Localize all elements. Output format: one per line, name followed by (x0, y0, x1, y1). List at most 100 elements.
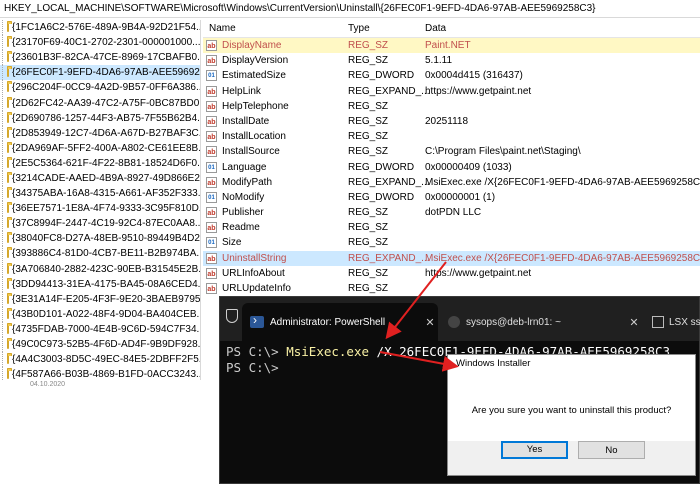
value-data: MsiExec.exe /X{26FEC0F1-9EFD-4DA6-97AB-A… (425, 176, 700, 188)
tree-item[interactable]: {43B0D101-A022-48F4-9D04-BA404CEB... (0, 306, 200, 322)
value-type: REG_DWORD (348, 161, 415, 173)
folder-icon (7, 247, 12, 259)
tree-guide-line (2, 140, 3, 156)
tree-item-label: {23601B3F-82CA-47CE-8969-17CBAFB0... (12, 52, 201, 64)
tab-administrator-powershell[interactable]: Administrator: PowerShell ✕ (242, 303, 438, 341)
tree-item-label: {3DD94413-31EA-4175-BA45-08A6CED4... (12, 278, 201, 290)
tree-item[interactable]: {26FEC0F1-9EFD-4DA6-97AB-AEE59692... (0, 65, 201, 81)
tree-item[interactable]: {37C8994F-2447-4C19-92C4-87EC0AA8... (0, 216, 200, 232)
registry-value-row[interactable]: 01 Language REG_DWORD 0x00000409 (1033) (203, 160, 700, 175)
registry-value-row[interactable]: ab URLInfoAbout REG_SZ https://www.getpaint… (203, 266, 700, 281)
tab-lsx-ssh[interactable]: LSX ssh (652, 303, 700, 341)
tree-item-label: {38040FC8-D27A-48EB-9510-89449B4D2... (12, 233, 201, 245)
tree-guide-line (2, 110, 3, 126)
tree-item[interactable]: {34375ABA-16A8-4315-A661-AF352F333... (0, 186, 200, 202)
registry-value-row[interactable]: ab InstallDate REG_SZ 20251118 (203, 114, 700, 129)
tree-item[interactable]: {2D690786-1257-44F3-AB75-7F55B62B4... (0, 110, 200, 126)
tree-item-label: {26FEC0F1-9EFD-4DA6-97AB-AEE59692... (12, 67, 201, 79)
tree-footer-stub: 04.10.2020 (30, 381, 66, 388)
tree-item[interactable]: {3214CADE-AAED-4B9A-8927-49D866E2... (0, 170, 201, 186)
registry-address-bar[interactable]: HKEY_LOCAL_MACHINE\SOFTWARE\Microsoft\Wi… (0, 0, 700, 18)
tree-item[interactable]: {36EE7571-1E8A-4F74-9333-3C95F810D... (0, 201, 201, 217)
tree-item-label: {3A706840-2882-423C-90EB-B31545E2B... (12, 263, 201, 275)
value-type: REG_EXPAND_... (348, 176, 430, 188)
tree-guide-line (2, 95, 3, 111)
tree-item-label: {1FC1A6C2-576E-489A-9B4A-92D21F54... (12, 22, 201, 34)
tree-item-label: {4A4C3003-8D5C-49EC-84E5-2DBFF2F5... (12, 354, 201, 366)
column-header-data[interactable]: Data (425, 23, 446, 34)
yes-button[interactable]: Yes (501, 441, 568, 459)
tree-item[interactable]: {296C204F-0CC9-4A2D-9B57-0FF6A386... (0, 80, 200, 96)
close-tab-icon[interactable]: ✕ (422, 316, 438, 329)
folder-icon (7, 156, 12, 168)
tree-item[interactable]: {4F587A66-B03B-4869-B1FD-0ACC3243... (0, 367, 200, 380)
registry-value-row[interactable]: ab InstallSource REG_SZ C:\Program Files\pa… (203, 144, 700, 159)
tree-item[interactable]: {3A706840-2882-423C-90EB-B31545E2B... (0, 261, 201, 277)
value-data: MsiExec.exe /X{26FEC0F1-9EFD-4DA6-97AB-A… (425, 252, 700, 264)
registry-value-row[interactable]: 01 EstimatedSize REG_DWORD 0x0004d415 (3164… (203, 68, 700, 83)
tree-item-label: {3E31A14F-E205-4F3F-9E20-3BAEB9795... (12, 293, 201, 305)
tree-guide-line (2, 20, 3, 36)
tree-item-label: {3214CADE-AAED-4B9A-8927-49D866E2... (12, 172, 201, 184)
registry-value-row[interactable]: 01 Size REG_SZ (203, 235, 700, 250)
folder-icon (7, 262, 12, 274)
folder-icon (7, 81, 12, 93)
registry-value-row[interactable]: 01 NoModify REG_DWORD 0x00000001 (1) (203, 190, 700, 205)
tree-item[interactable]: {393886C4-81D0-4CB7-BE11-B2B974BA... (0, 246, 200, 262)
tree-guide-line (2, 201, 3, 217)
command-executable: MsiExec.exe (286, 344, 370, 359)
tree-guide-line (2, 306, 3, 322)
folder-icon (7, 307, 12, 319)
shield-icon (226, 309, 238, 323)
value-name: Publisher (222, 207, 264, 219)
registry-value-row[interactable]: ab ModifyPath REG_EXPAND_... MsiExec.exe /X… (203, 175, 700, 190)
tree-item[interactable]: {23601B3F-82CA-47CE-8969-17CBAFB0... (0, 50, 201, 66)
tab-label: sysops@deb-lrn01: ~ (466, 316, 561, 328)
tree-item[interactable]: {3E31A14F-E205-4F3F-9E20-3BAEB9795... (0, 291, 201, 307)
tree-item[interactable]: {2DA969AF-5FF2-400A-A802-CE61EE8B... (0, 140, 200, 156)
registry-value-row[interactable]: ab HelpLink REG_EXPAND_... https://www.getp… (203, 84, 700, 99)
registry-value-row[interactable]: ab DisplayVersion REG_SZ 5.1.11 (203, 53, 700, 68)
tree-item[interactable]: {49C0C973-52B5-4F6D-AD4F-9B9DF928... (0, 337, 200, 353)
value-data: Paint.NET (425, 40, 471, 51)
folder-icon (7, 36, 12, 48)
powershell-icon (250, 313, 264, 328)
value-data: 20251118 (425, 115, 469, 127)
tree-item[interactable]: {38040FC8-D27A-48EB-9510-89449B4D2... (0, 231, 201, 247)
tab-sysops-ssh[interactable]: sysops@deb-lrn01: ~ ✕ (442, 303, 642, 341)
registry-key-tree[interactable]: {1FC1A6C2-576E-489A-9B4A-92D21F54... {231… (0, 20, 201, 380)
registry-value-row[interactable]: ab HelpTelephone REG_SZ (203, 99, 700, 114)
registry-value-row[interactable]: ab Readme REG_SZ (203, 220, 700, 235)
registry-value-row[interactable]: ab UninstallString REG_EXPAND_... MsiExec.e… (203, 250, 700, 266)
value-name: Size (222, 237, 242, 249)
tree-item[interactable]: {4A4C3003-8D5C-49EC-84E5-2DBFF2F5... (0, 352, 201, 368)
value-type: REG_SZ (348, 283, 389, 294)
tree-item[interactable]: {2D853949-12C7-4D6A-A67D-B27BAF3C... (0, 125, 200, 141)
folder-icon (7, 322, 12, 334)
folder-icon (7, 66, 12, 78)
tree-item-label: {36EE7571-1E8A-4F74-9333-3C95F810D... (12, 203, 201, 215)
tree-item[interactable]: {23170F69-40C1-2702-2301-000001000... (0, 35, 200, 51)
binary-value-icon: 01 (206, 161, 217, 173)
value-type: REG_SZ (348, 40, 389, 51)
tree-item[interactable]: {1FC1A6C2-576E-489A-9B4A-92D21F54... (0, 20, 201, 36)
folder-icon (7, 232, 12, 244)
value-name: URLUpdateInfo (222, 283, 291, 294)
value-type: REG_SZ (348, 207, 389, 219)
close-tab-icon[interactable]: ✕ (626, 316, 642, 329)
registry-value-row[interactable]: ab DisplayName REG_SZ Paint.NET (203, 38, 700, 54)
tree-item-label: {2D62FC42-AA39-47C2-A75F-0BC87BD0... (12, 97, 201, 109)
value-type: REG_DWORD (348, 70, 415, 82)
tree-item[interactable]: {3DD94413-31EA-4175-BA45-08A6CED4... (0, 276, 201, 292)
tree-item[interactable]: {4735FDAB-7000-4E4B-9C6D-594C7F34... (0, 321, 200, 337)
tree-item[interactable]: {2D62FC42-AA39-47C2-A75F-0BC87BD0... (0, 95, 201, 111)
registry-value-row[interactable]: ab Publisher REG_SZ dotPDN LLC (203, 205, 700, 220)
value-type: REG_SZ (348, 222, 389, 234)
registry-value-row[interactable]: ab InstallLocation REG_SZ (203, 129, 700, 144)
column-header-type[interactable]: Type (348, 23, 370, 34)
column-header-name[interactable]: Name (209, 23, 236, 34)
registry-value-row[interactable]: ab URLUpdateInfo REG_SZ (203, 281, 700, 296)
no-button[interactable]: No (578, 441, 645, 459)
tree-item[interactable]: {2E5C5364-621F-4F22-8B81-18524D6F0... (0, 155, 200, 171)
value-type: REG_DWORD (348, 191, 415, 203)
